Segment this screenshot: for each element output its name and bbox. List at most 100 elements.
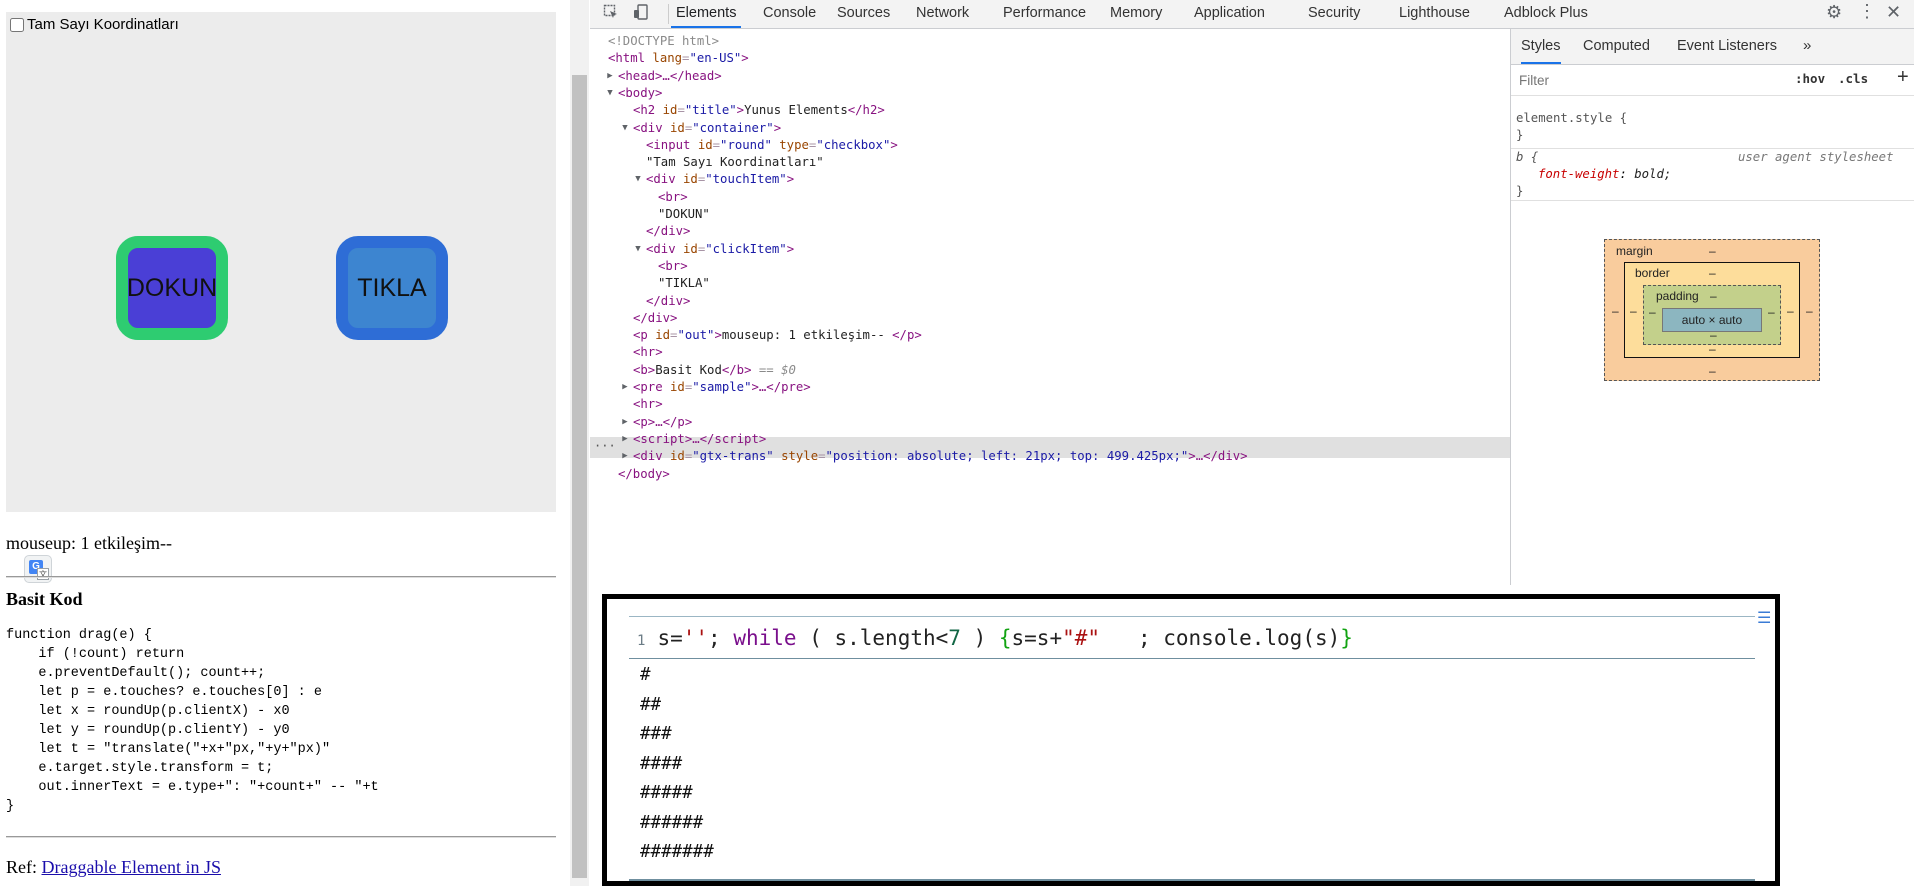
tab-memory[interactable]: Memory: [1110, 0, 1162, 28]
web-page: Tam Sayı Koordinatları DOKUN TIKLA mouse…: [0, 0, 570, 886]
tab-performance[interactable]: Performance: [1003, 0, 1086, 28]
row-options-icon[interactable]: ···: [594, 437, 616, 458]
line-number: 1: [637, 633, 646, 649]
ua-stylesheet-label: user agent stylesheet: [1738, 150, 1894, 164]
collapse-arrow-icon[interactable]: ▼: [633, 174, 643, 184]
styles-sidebar: Styles Computed Event Listeners » :hov .…: [1510, 29, 1914, 585]
box-model-content[interactable]: auto × auto: [1662, 308, 1762, 332]
expand-arrow-icon[interactable]: ▶: [620, 417, 630, 427]
padding-right-value[interactable]: –: [1768, 305, 1775, 319]
tab-elements[interactable]: Elements: [671, 0, 742, 28]
tab-security[interactable]: Security: [1308, 0, 1360, 28]
click-item[interactable]: TIKLA: [336, 236, 448, 340]
hover-state-toggle[interactable]: :hov: [1795, 71, 1825, 86]
tab-separator: [668, 4, 669, 24]
code-output-divider: [629, 658, 1755, 659]
divider: [6, 836, 556, 838]
scrollbar-thumb[interactable]: [572, 75, 587, 878]
event-output: mouseup: 1 etkileşim--: [6, 533, 172, 553]
output-line: ####: [640, 753, 683, 774]
padding-top-value[interactable]: –: [1710, 289, 1717, 303]
ua-property: font-weight: [1538, 167, 1620, 181]
code-bottom-rule: [629, 879, 1755, 881]
translate-icon[interactable]: G文: [24, 555, 52, 583]
more-tabs-chevron-icon[interactable]: »: [1803, 29, 1811, 64]
drag-stage: Tam Sayı Koordinatları DOKUN TIKLA: [6, 12, 556, 512]
device-toolbar-icon[interactable]: [632, 4, 650, 22]
page-scrollbar[interactable]: [570, 0, 589, 886]
divider: [6, 576, 556, 578]
code-text: s=''; while ( s.length<7 ) {s=s+"#" ; co…: [657, 626, 1353, 650]
styles-filter-input[interactable]: [1517, 69, 1786, 91]
code-sample: function drag(e) { if (!count) return e.…: [6, 628, 379, 814]
box-model-border-label: border: [1635, 266, 1670, 280]
reference-line: Ref: Draggable Element in JS: [6, 857, 221, 878]
tab-adblock-plus[interactable]: Adblock Plus: [1504, 0, 1588, 28]
margin-right-value[interactable]: –: [1806, 304, 1813, 318]
tab-application[interactable]: Application: [1194, 0, 1265, 28]
output-line: #######: [640, 842, 714, 862]
expand-arrow-icon[interactable]: ▶: [605, 71, 615, 81]
styles-tabbar: Styles Computed Event Listeners »: [1511, 29, 1914, 65]
padding-left-value[interactable]: –: [1649, 305, 1656, 319]
border-right-value[interactable]: –: [1787, 304, 1794, 318]
box-model-border: border – – – – padding – – – – auto × au…: [1624, 262, 1800, 358]
dom-p-out[interactable]: <p id="out">mouseup: 1 etkileşim-- </p>: [633, 325, 922, 346]
border-top-value[interactable]: –: [1709, 266, 1716, 280]
settings-gear-icon[interactable]: ⚙: [1826, 2, 1842, 23]
reference-link[interactable]: Draggable Element in JS: [42, 857, 221, 877]
border-left-value[interactable]: –: [1630, 304, 1637, 318]
output-line: ###: [640, 724, 672, 744]
more-options-icon[interactable]: ⋮: [1858, 1, 1876, 22]
code-runner-panel: ☰ 1 s=''; while ( s.length<7 ) {s=s+"#" ;…: [602, 594, 1780, 886]
tab-console[interactable]: Console: [763, 0, 816, 28]
margin-top-value[interactable]: –: [1709, 244, 1716, 258]
b-selector: b {: [1516, 150, 1539, 164]
tab-lighthouse[interactable]: Lighthouse: [1399, 0, 1470, 28]
hamburger-menu-icon[interactable]: ☰: [1757, 611, 1771, 627]
margin-bottom-value[interactable]: –: [1709, 364, 1716, 378]
tab-network[interactable]: Network: [916, 0, 969, 28]
margin-left-value[interactable]: –: [1612, 304, 1619, 318]
console-output: # ## ### #### ##### ###### #######: [640, 661, 714, 868]
class-toggle[interactable]: .cls: [1838, 71, 1868, 86]
tab-computed[interactable]: Computed: [1583, 29, 1650, 64]
dom-close-body[interactable]: </body>: [618, 464, 670, 485]
box-model-padding: padding – – – – auto × auto: [1643, 285, 1781, 345]
box-model-margin-label: margin: [1616, 244, 1653, 258]
box-model-padding-label: padding: [1656, 289, 1699, 303]
rule-divider: [1511, 200, 1914, 201]
tab-event-listeners[interactable]: Event Listeners: [1677, 29, 1777, 64]
element-style-close: }: [1516, 128, 1524, 142]
code-top-rule: [629, 616, 1755, 617]
integer-coords-checkbox[interactable]: [10, 17, 24, 32]
collapse-arrow-icon[interactable]: ▼: [605, 88, 615, 98]
integer-coords-option[interactable]: Tam Sayı Koordinatları: [10, 16, 179, 33]
devtools-tabbar: Elements Console Sources Network Performance…: [590, 0, 1914, 29]
collapse-arrow-icon[interactable]: ▼: [620, 123, 630, 133]
collapse-arrow-icon[interactable]: ▼: [633, 244, 643, 254]
integer-coords-label: Tam Sayı Koordinatları: [27, 16, 179, 33]
ua-value: bold;: [1634, 167, 1672, 181]
tab-styles[interactable]: Styles: [1521, 29, 1561, 64]
code-editor-line[interactable]: 1 s=''; while ( s.length<7 ) {s=s+"#" ; c…: [637, 619, 1353, 657]
inspect-element-icon[interactable]: [602, 4, 620, 22]
tab-sources[interactable]: Sources: [837, 0, 890, 28]
expand-arrow-icon[interactable]: ▶: [620, 434, 630, 444]
close-devtools-icon[interactable]: ✕: [1886, 2, 1901, 23]
rule-divider: [1511, 148, 1914, 149]
ua-declaration: font-weight: bold;: [1538, 167, 1672, 181]
element-style-selector: element.style {: [1516, 111, 1628, 125]
filter-row: :hov .cls +: [1511, 65, 1914, 96]
b-rule-close: }: [1516, 184, 1524, 198]
box-model-diagram: margin – – – – border – – – – padding – …: [1604, 239, 1820, 381]
section-heading: Basit Kod: [6, 589, 83, 609]
expand-arrow-icon[interactable]: ▶: [620, 382, 630, 392]
output-line: #####: [640, 783, 693, 803]
elements-dom-tree[interactable]: ··· <!DOCTYPE html> <html lang="en-US"> ▶ <…: [590, 29, 1510, 585]
new-rule-icon[interactable]: +: [1897, 66, 1909, 89]
touch-item[interactable]: DOKUN: [116, 236, 228, 340]
reference-label: Ref:: [6, 857, 37, 877]
expand-arrow-icon[interactable]: ▶: [620, 451, 630, 461]
dom-gtx-trans[interactable]: <div id="gtx-trans" style="position: abs…: [633, 446, 1248, 467]
